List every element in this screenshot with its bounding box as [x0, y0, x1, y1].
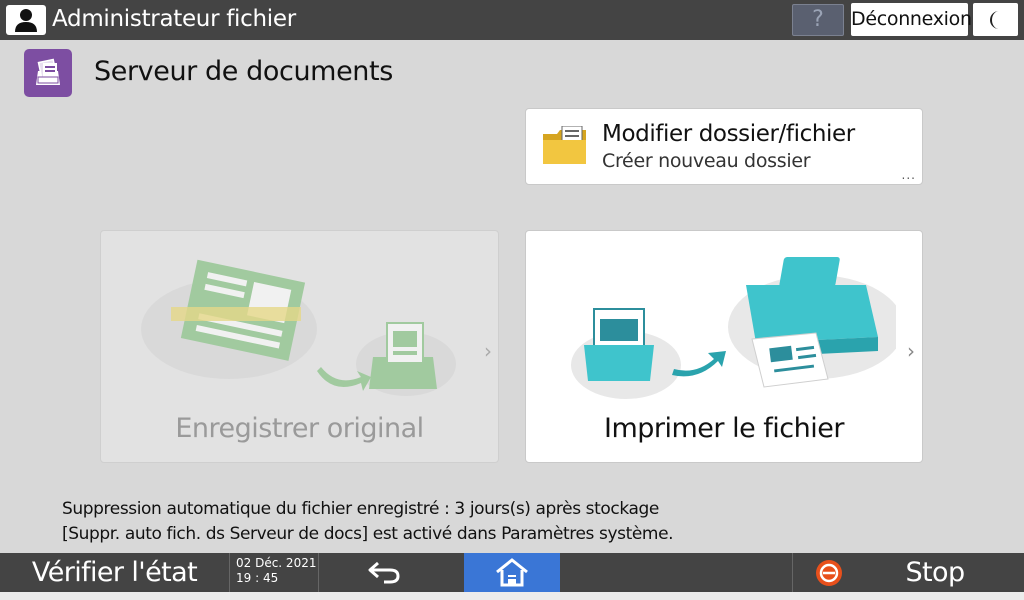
check-status-button[interactable]: Vérifier l'état [0, 553, 229, 592]
back-arrow-icon [368, 561, 400, 584]
document-server-icon [24, 49, 72, 97]
edit-folder-title: Modifier dossier/fichier [602, 121, 855, 147]
edit-folder-file-button[interactable]: Modifier dossier/fichier Créer nouveau d… [525, 108, 923, 185]
top-bar: Administrateur fichier ? Déconnexion [0, 0, 1024, 40]
chevron-right-icon: › [484, 339, 492, 363]
user-icon[interactable] [6, 5, 46, 35]
bottom-bar: Vérifier l'état 02 Déc. 2021 19 : 45 Sto… [0, 553, 1024, 592]
date-time: 02 Déc. 2021 19 : 45 [236, 556, 316, 586]
more-indicator: ... [901, 168, 916, 182]
divider [792, 553, 793, 592]
auto-delete-info: Suppression automatique du fichier enreg… [62, 497, 674, 547]
user-title: Administrateur fichier [52, 6, 296, 32]
print-illustration [571, 257, 896, 399]
date: 02 Déc. 2021 [236, 556, 317, 570]
stop-button[interactable]: Stop [880, 553, 990, 592]
page-title: Serveur de documents [94, 56, 393, 87]
print-file-label: Imprimer le fichier [604, 413, 844, 444]
home-icon [496, 558, 528, 587]
logout-button[interactable]: Déconnexion [851, 3, 972, 36]
divider [318, 553, 319, 592]
moon-icon [990, 11, 999, 29]
store-original-button[interactable]: › Enregistrer original [100, 230, 499, 463]
back-button[interactable] [360, 553, 410, 592]
divider [229, 553, 230, 592]
help-button[interactable]: ? [792, 4, 844, 36]
energy-saver-button[interactable] [973, 3, 1018, 36]
store-original-label: Enregistrer original [175, 413, 424, 444]
folder-icon [543, 126, 586, 164]
scan-illustration [141, 259, 456, 396]
time: 19 : 45 [236, 571, 279, 585]
stop-icon[interactable] [815, 559, 843, 587]
home-button[interactable] [464, 553, 560, 592]
info-line-1: Suppression automatique du fichier enreg… [62, 499, 659, 519]
info-line-2: [Suppr. auto fich. ds Serveur de docs] e… [62, 524, 674, 544]
bottom-strip [0, 592, 1024, 600]
create-folder-subtitle: Créer nouveau dossier [602, 150, 811, 172]
print-file-button[interactable]: › Imprimer le fichier [525, 230, 923, 463]
chevron-right-icon: › [907, 339, 915, 363]
